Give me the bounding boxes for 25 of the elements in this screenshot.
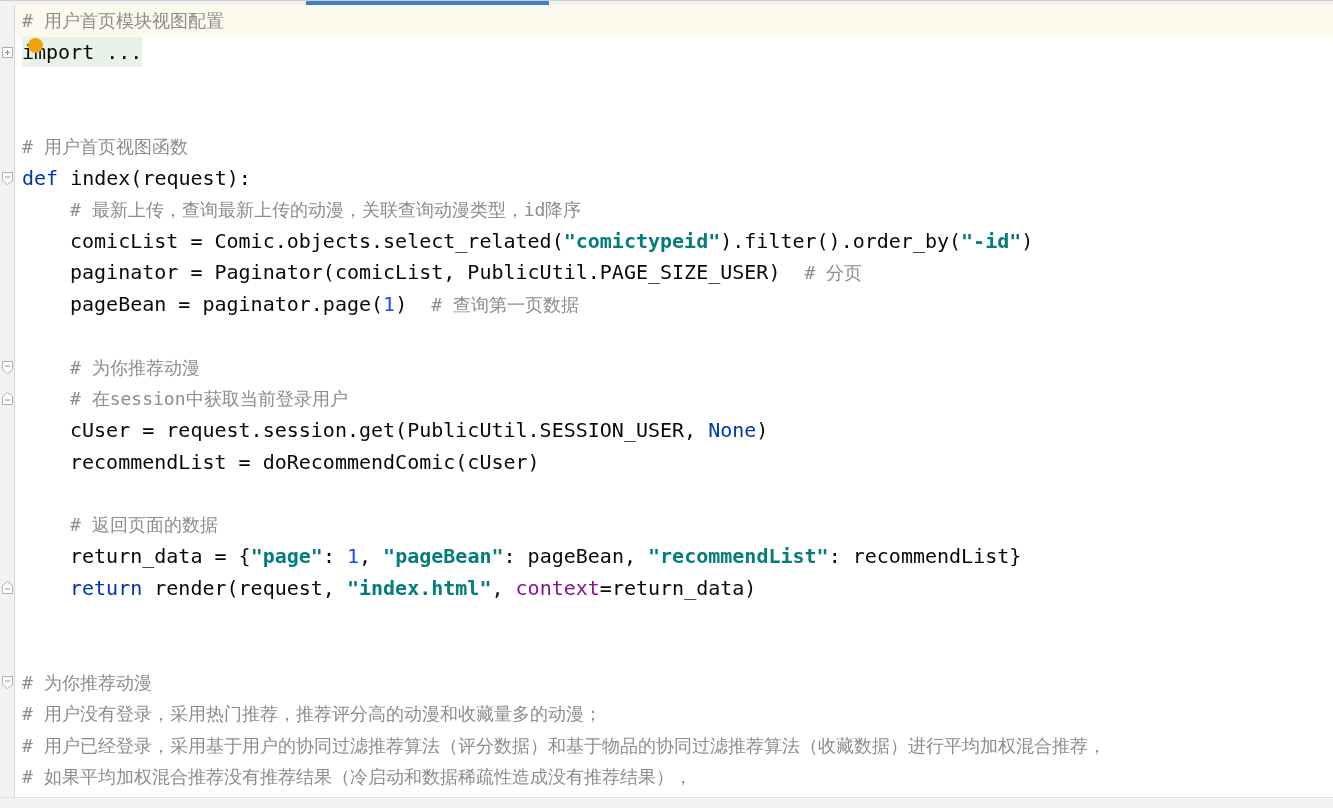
code-line: comicList = Comic.objects.select_related("comictypeid").filter().order_by("-id") [70,228,1034,256]
code-line: # 返回页面的数据 [70,513,218,538]
collapse-icon[interactable] [1,581,13,595]
code-line: # 在session中获取当前登录用户 [70,387,348,412]
code-line: pageBean = paginator.page(1) # 查询第一页数据 [70,290,579,318]
collapse-icon[interactable] [1,392,13,406]
horizontal-scrollbar[interactable] [0,797,1333,808]
code-line: # 如果平均加权混合推荐没有推荐结果（冷启动和数据稀疏性造成没有推荐结果）， [22,765,692,790]
expand-icon[interactable] [1,46,13,58]
collapse-icon[interactable] [1,171,13,185]
collapse-icon[interactable] [1,675,13,689]
code-line: # 最新上传，查询最新上传的动漫，关联查询动漫类型，id降序 [70,198,582,223]
code-line: # 为你推荐动漫 [70,355,200,380]
code-line: # 用户没有登录，采用热门推荐，推荐评分高的动漫和收藏量多的动漫； [22,702,602,727]
code-line: def index(request): [22,165,251,193]
code-line: paginator = Paginator(comicList, PublicUtil.PAGE_SIZE_USER) # 分页 [70,259,863,287]
code-line: # 用户首页模块视图配置 [22,9,224,34]
code-line: # 为你推荐动漫 [22,670,152,695]
code-line: recommendList = doRecommendComic(cUser) [70,448,540,476]
code-line: # 用户已经登录，采用基于用户的协同过滤推荐算法（评分数据）和基于物品的协同过滤推荐算法（收藏数据）进行平均加权混合推荐， [22,733,1106,758]
code-line: cUser = request.session.get(PublicUtil.SESSION_USER, None) [70,417,769,445]
code-line: # 用户首页视图函数 [22,135,188,160]
code-line: return render(request, "index.html", context=return_data) [70,574,757,602]
code-line: return_data = {"page": 1, "pageBean": pageBean, "recommendList": recommendList} [70,543,1022,571]
collapse-icon[interactable] [1,360,13,374]
